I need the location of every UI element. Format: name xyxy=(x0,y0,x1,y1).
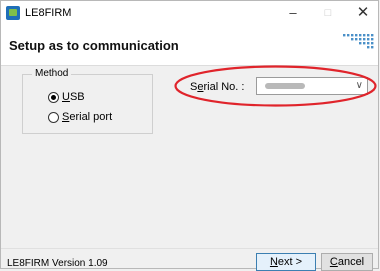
method-group xyxy=(22,74,153,134)
brand-dots-icon xyxy=(343,34,374,49)
serial-no-value-redacted xyxy=(265,83,305,89)
version-text: LE8FIRM Version 1.09 xyxy=(7,258,108,269)
radio-serial-port-indicator[interactable] xyxy=(48,111,59,123)
window-title: LE8FIRM xyxy=(25,7,72,19)
radio-usb-indicator[interactable] xyxy=(48,91,59,103)
minimize-button[interactable]: – xyxy=(278,3,308,23)
wizard-header: Setup as to communication xyxy=(1,27,378,66)
serial-no-dropdown[interactable]: ∨ xyxy=(256,77,368,95)
maximize-button[interactable]: □ xyxy=(313,3,343,23)
radio-serial-port-label[interactable]: Serial port xyxy=(62,111,112,123)
page-title: Setup as to communication xyxy=(9,38,179,53)
app-logo-icon xyxy=(6,6,20,20)
app-window: LE8FIRM – □ ✕ Setup as to communication … xyxy=(0,0,379,271)
method-group-legend: Method xyxy=(32,68,72,79)
footer-divider xyxy=(1,248,378,249)
next-button[interactable]: Next > xyxy=(256,253,316,271)
title-bar: LE8FIRM – □ ✕ xyxy=(1,1,378,27)
radio-serial-port[interactable]: Serial port xyxy=(48,111,112,123)
serial-no-label: Serial No. : xyxy=(190,81,245,93)
radio-usb-label[interactable]: USB xyxy=(62,91,85,103)
chevron-down-icon[interactable]: ∨ xyxy=(356,78,363,94)
radio-usb[interactable]: USB xyxy=(48,91,85,103)
cancel-button[interactable]: Cancel xyxy=(321,253,373,271)
close-button[interactable]: ✕ xyxy=(348,3,378,23)
